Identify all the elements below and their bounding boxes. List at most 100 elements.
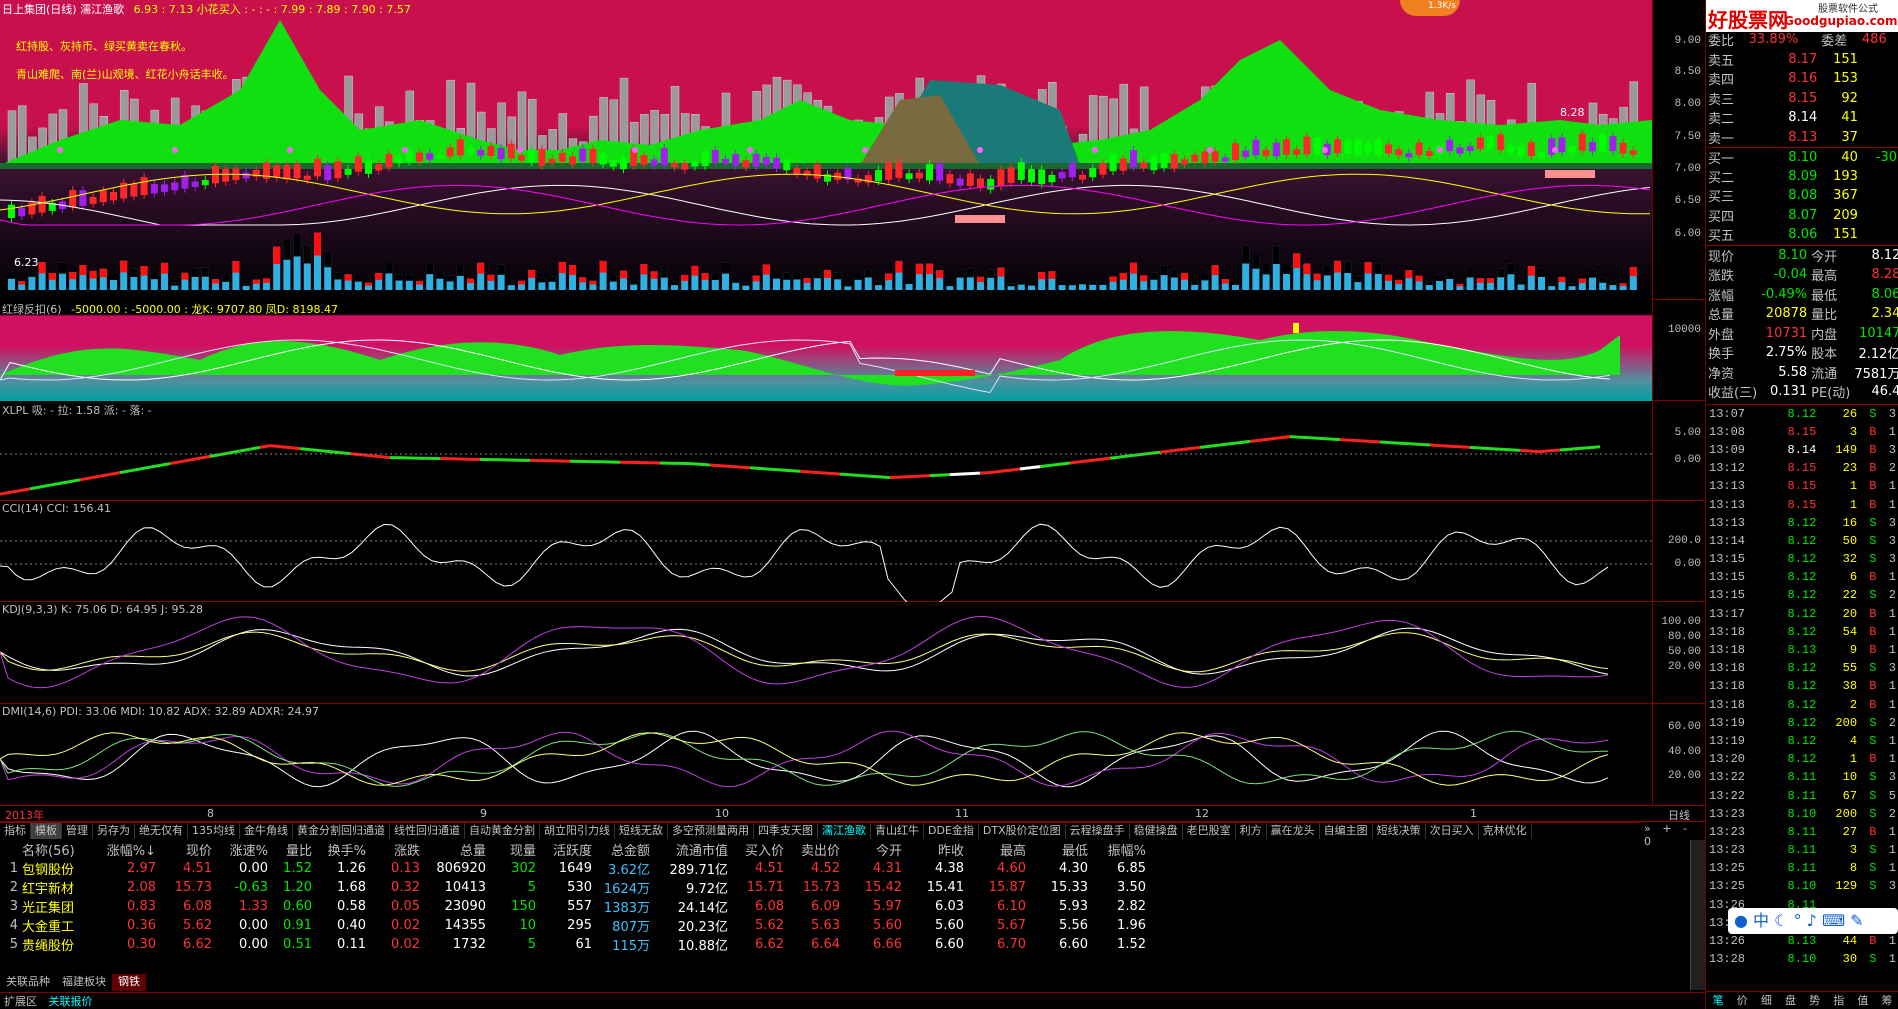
column-header[interactable]: 总量 [422,840,488,859]
template-tab[interactable]: 多空预测量两用 [668,823,754,839]
template-tab[interactable]: 另存为 [93,823,135,839]
column-header[interactable]: 振幅% [1090,840,1148,859]
cci-chart[interactable] [0,501,1652,612]
column-header[interactable]: 现价 [158,840,214,859]
xlpl-panel[interactable]: 5.00 0.00 XLPL 吸: - 拉: 1.58 派: - 落: - [0,401,1705,501]
template-tab[interactable]: 克林优化 [1479,823,1532,839]
template-tab[interactable]: 模板 [31,823,62,839]
column-header[interactable]: 名称(56) [20,840,100,859]
template-tab[interactable]: 135均线 [188,823,240,839]
bid-row[interactable]: 买五 8.06 151 [1706,225,1898,245]
template-tab[interactable]: 绝无仅有 [135,823,188,839]
ask-row[interactable]: 卖三 8.15 92 [1706,89,1898,109]
ask-row[interactable]: 卖五 8.17 151 [1706,50,1898,70]
price-chart[interactable] [0,0,1652,300]
bottom-tab[interactable]: 福建板块 [56,974,112,991]
tick-list: 13:07 8.12 26 S 3 13:08 8.15 3 B 1 13:09 8.14 149 B 3 1… [1706,404,1898,968]
ask-row[interactable]: 卖二 8.14 41 [1706,108,1898,128]
template-tab[interactable]: 黄金分割回归通道 [293,823,390,839]
column-header[interactable]: 今开 [842,840,904,859]
ask-cell: 卖一 [1708,131,1735,147]
bid-row[interactable]: 买四 8.07 209 [1706,206,1898,226]
template-tab[interactable]: DDE金指 [924,823,979,839]
table-row[interactable]: 3 光正集团 0.83 6.08 1.33 0.60 0.58 0.05 23090 150 557… [0,897,1148,916]
ask-row[interactable]: 卖一 8.13 37 [1706,128,1898,148]
bid-row[interactable]: 买一 8.10 40 -30 [1706,147,1898,167]
template-tab[interactable]: 自动黄金分割 [465,823,540,839]
quote-tab[interactable]: 指 [1827,992,1851,1009]
template-tab[interactable]: 濡江渔歌 [818,823,871,839]
template-tab[interactable]: 利方 [1236,823,1267,839]
quote-tab[interactable]: 笔 [1706,992,1730,1009]
column-header[interactable]: 量比 [270,840,314,859]
volume-bar-top [1456,283,1464,287]
quote-tab[interactable]: 值 [1851,992,1875,1009]
bottom-tab[interactable]: 钢铁 [112,974,146,991]
template-tab[interactable]: 四季支天图 [754,823,818,839]
status-related-quotes[interactable]: 关联报价 [45,995,97,1008]
table-row[interactable]: 5 贵绳股份 0.30 6.62 0.00 0.51 0.11 0.02 1732 5 61 115万… [0,935,1148,954]
tab-more-button[interactable]: » [1640,822,1655,835]
signal-marker [1552,147,1558,153]
template-tab[interactable]: 稳健操盘 [1130,823,1183,839]
template-tab[interactable]: 金牛角线 [240,823,293,839]
column-header[interactable]: 换手% [314,840,368,859]
table-scrollbar[interactable] [1690,840,1705,990]
column-header[interactable]: 活跃度 [538,840,594,859]
bid-row[interactable]: 买三 8.08 367 [1706,186,1898,206]
template-tab[interactable]: 自编主图 [1320,823,1373,839]
column-header[interactable]: 买入价 [730,840,786,859]
dmi-chart[interactable] [0,704,1652,806]
template-tab[interactable]: 指标 [0,823,31,839]
column-header[interactable]: 流通市值 [652,840,730,859]
column-header[interactable]: 涨幅%↓ [100,840,158,859]
column-header[interactable]: 总金额 [594,840,652,859]
kdj-panel[interactable]: 100.00 80.00 50.00 20.00 KDJ(9,3,3) K: 75.0… [0,602,1705,704]
template-tab[interactable]: 胡立阳引力线 [540,823,615,839]
column-header[interactable]: 最低 [1028,840,1090,859]
tab-remove-button[interactable]: - [1679,822,1691,835]
xlpl-chart[interactable] [0,401,1652,501]
cci-axis: 200.0 0.00 [1652,501,1705,602]
column-header[interactable]: 最高 [966,840,1028,859]
template-tab[interactable]: 短线决策 [1373,823,1426,839]
volume-bar-top [650,271,658,279]
cci-panel[interactable]: 200.0 0.00 CCI(14) CCI: 156.41 [0,501,1705,612]
column-header[interactable]: 昨收 [904,840,966,859]
quote-tab[interactable]: 势 [1803,992,1827,1009]
kdj-chart[interactable] [0,602,1652,704]
red-green-panel[interactable]: 10000 红绿反扣(6) -5000.00 : -5000.00 : 龙K: … [0,300,1705,401]
status-expand[interactable]: 扩展区 [0,995,41,1008]
template-tab[interactable]: 管理 [62,823,93,839]
column-header[interactable]: 涨速% [214,840,270,859]
ask-row[interactable]: 卖四 8.16 153 [1706,69,1898,89]
bottom-tab[interactable]: 关联品种 [0,974,56,991]
table-row[interactable]: 2 红宇新材 2.08 15.73 -0.63 1.20 1.68 0.32 10413 5 530… [0,878,1148,897]
quote-tab[interactable]: 盘 [1778,992,1802,1009]
candle [711,150,719,163]
template-tab[interactable]: 线性回归通道 [390,823,465,839]
dmi-panel[interactable]: 60.00 40.00 20.00 DMI(14,6) PDI: 33.06 MDI… [0,704,1705,806]
main-price-panel[interactable]: 9.00 8.50 8.00 7.50 7.00 6.50 6.00 日上集团(日线) 濡江… [0,0,1705,300]
tab-add-button[interactable]: + [1658,822,1675,835]
ime-toolbar[interactable]: ● 中 ☾ ° ♪ ⌨ ✎ [1728,908,1898,934]
volume-bar-top [507,281,515,286]
table-row[interactable]: 4 大金重工 0.36 5.62 0.00 0.91 0.40 0.02 14355 10 295 8… [0,916,1148,935]
template-tab[interactable]: 赢在龙头 [1267,823,1320,839]
bid-cell: 买三 [1708,190,1735,206]
column-header[interactable]: 涨跌 [368,840,422,859]
quote-tab[interactable]: 价 [1730,992,1754,1009]
column-header[interactable]: 现量 [488,840,538,859]
quote-tab[interactable]: 细 [1754,992,1778,1009]
template-tab[interactable]: 次日买入 [1426,823,1479,839]
template-tab[interactable]: 青山红牛 [871,823,924,839]
column-header[interactable]: 卖出价 [786,840,842,859]
template-tab[interactable]: DTX股价定位图 [979,823,1066,839]
bid-row[interactable]: 买二 8.09 193 [1706,167,1898,187]
quote-tab[interactable]: 筹 [1875,992,1898,1009]
column-header[interactable] [0,840,20,859]
template-tab[interactable]: 云程操盘手 [1066,823,1130,839]
template-tab[interactable]: 老巴股室 [1183,823,1236,839]
template-tab[interactable]: 短线无敌 [615,823,668,839]
table-row[interactable]: 1 包钢股份 2.97 4.51 0.00 1.52 1.26 0.13 806920 302 16… [0,859,1148,878]
